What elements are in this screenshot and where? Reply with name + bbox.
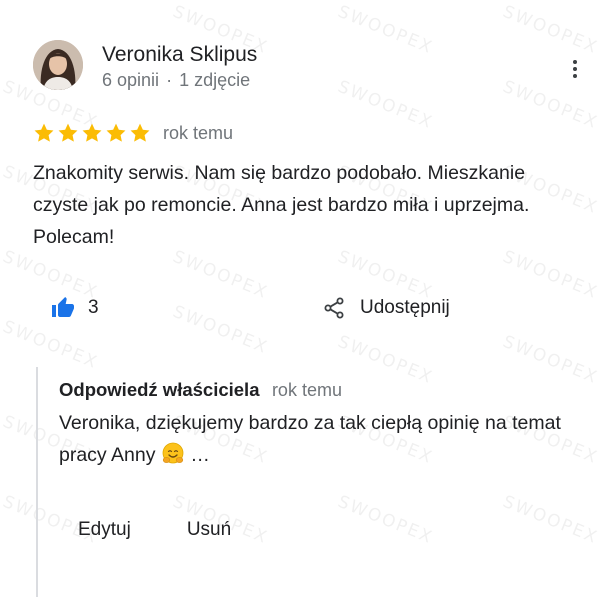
review-header: Veronika Sklipus 6 opinii · 1 zdjęcie — [33, 40, 593, 94]
star-icon — [82, 123, 102, 142]
star-rating — [33, 122, 151, 144]
avatar-photo — [33, 40, 83, 90]
owner-reply-time: rok temu — [271, 380, 342, 400]
review-time: rok temu — [163, 122, 234, 143]
hugging-face-emoji-icon — [162, 442, 184, 464]
more-dot — [573, 60, 577, 64]
rating-row: rok temu — [33, 121, 233, 145]
more-dot — [573, 74, 577, 78]
more-vert-icon[interactable] — [564, 56, 586, 82]
owner-reply-ellipsis: … — [190, 444, 210, 466]
delete-reply-button[interactable]: Usuń — [187, 519, 231, 541]
owner-reply-title: Odpowiedź właściciela — [59, 379, 260, 400]
owner-reply-text: Veronika, dziękujemy bardzo za tak ciepł… — [59, 407, 589, 471]
thumb-up-icon — [52, 297, 74, 317]
meta-separator: · — [166, 70, 173, 90]
owner-reply-header: Odpowiedź właściciela rok temu — [59, 379, 342, 401]
more-dot — [573, 67, 577, 71]
review-text: Znakomity serwis. Nam się bardzo podobał… — [33, 162, 530, 248]
like-count: 3 — [88, 297, 99, 318]
author-meta: 6 opinii · 1 zdjęcie — [102, 70, 250, 91]
star-icon — [130, 123, 150, 142]
share-button[interactable]: Udostępnij — [322, 296, 450, 320]
owner-reply-body: Veronika, dziękujemy bardzo za tak ciepł… — [59, 412, 561, 466]
author-name[interactable]: Veronika Sklipus — [102, 43, 257, 67]
like-button[interactable]: 3 — [50, 296, 99, 320]
avatar[interactable] — [33, 40, 83, 90]
owner-reply: Odpowiedź właściciela rok temu Veronika,… — [36, 367, 596, 597]
photos-count: 1 zdjęcie — [179, 70, 251, 90]
star-icon — [34, 123, 54, 142]
share-label: Udostępnij — [360, 297, 450, 318]
star-icon — [58, 123, 78, 142]
star-icon — [106, 123, 126, 142]
owner-reply-actions: Edytuj Usuń — [78, 519, 231, 541]
review-actions: 3 Udostępnij — [50, 296, 590, 330]
reviews-count: 6 opinii — [102, 70, 160, 90]
share-icon — [324, 297, 344, 319]
review-card: Veronika Sklipus 6 opinii · 1 zdjęcie ro… — [0, 0, 604, 601]
edit-reply-button[interactable]: Edytuj — [78, 519, 131, 541]
